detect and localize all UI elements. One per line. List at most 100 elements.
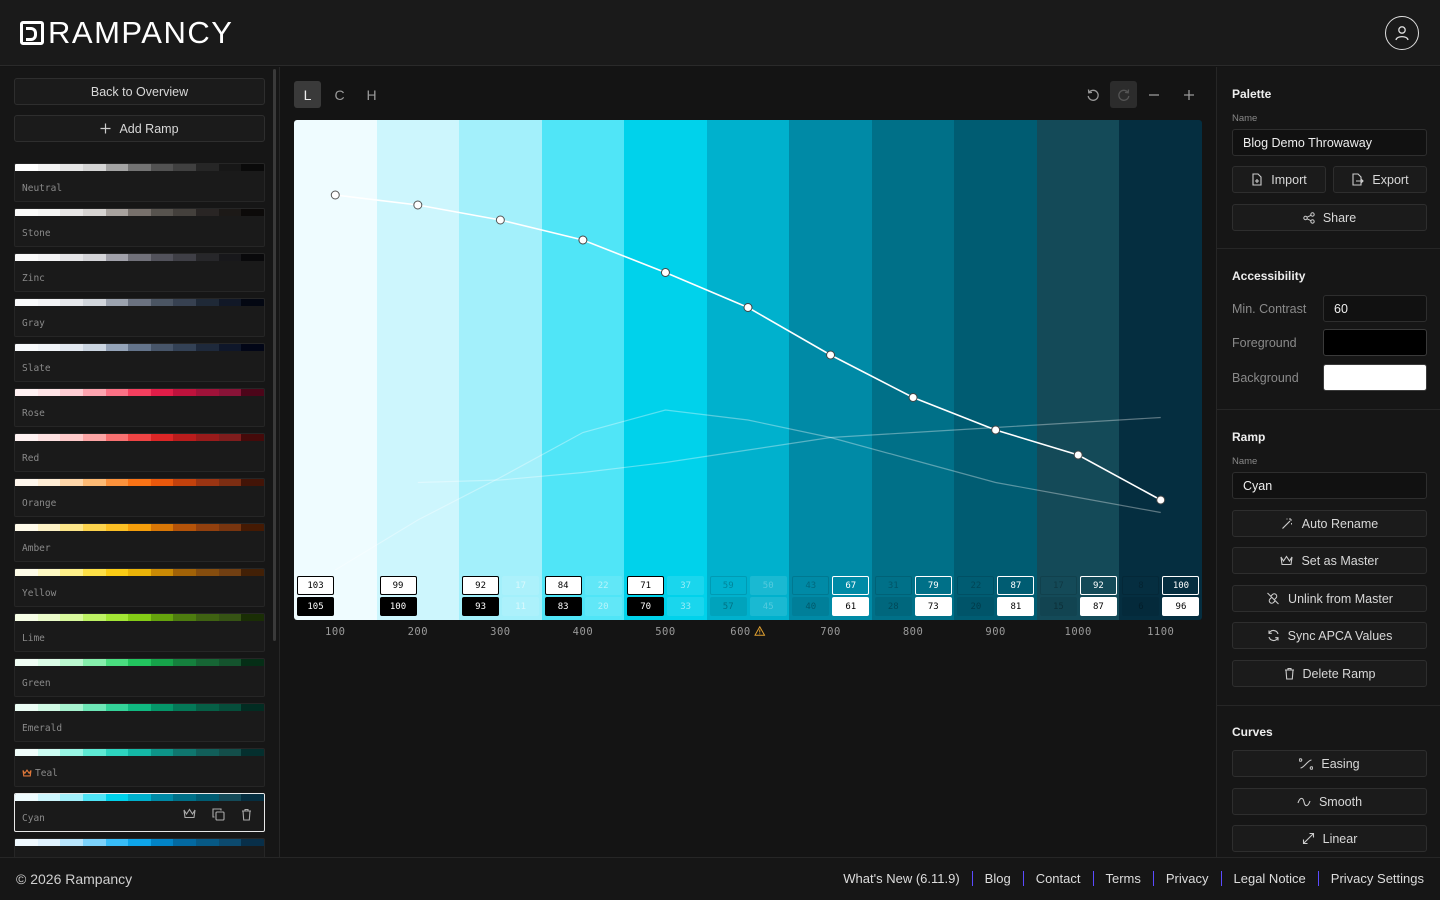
ramp-swatch: [128, 794, 151, 801]
ramp-name: Green: [22, 678, 51, 689]
ramp-swatch: [15, 164, 38, 171]
ramp-item-lime[interactable]: Lime: [14, 613, 265, 652]
share-icon: [1303, 211, 1315, 224]
ramp-item-slate[interactable]: Slate: [14, 343, 265, 382]
linear-button[interactable]: Linear: [1232, 825, 1427, 852]
ramp-item-zinc[interactable]: Zinc: [14, 253, 265, 292]
ramp-name: Slate: [22, 363, 51, 374]
ramp-swatch: [218, 794, 242, 801]
ramp-item-orange[interactable]: Orange: [14, 478, 265, 517]
contrast-badge: 20: [584, 597, 622, 616]
ramp-swatch: [128, 524, 151, 531]
warning-icon[interactable]: [751, 626, 766, 638]
sidebar-scrollbar[interactable]: [273, 69, 276, 641]
footer-link[interactable]: Legal Notice: [1234, 871, 1306, 886]
minus-icon: [1148, 93, 1159, 96]
ramp-swatch: [128, 434, 151, 441]
smooth-button[interactable]: Smooth: [1232, 788, 1427, 815]
master-crown-icon: [22, 768, 35, 779]
ramp-item-gray[interactable]: Gray: [14, 298, 265, 337]
set-master-crown-icon[interactable]: [183, 808, 196, 821]
divider: [1217, 705, 1440, 706]
import-button[interactable]: Import: [1232, 166, 1326, 193]
footer-link[interactable]: Privacy: [1166, 871, 1209, 886]
contrast-badge: 33: [667, 597, 705, 616]
ramp-swatch: [60, 614, 83, 621]
palette-name-input[interactable]: Blog Demo Throwaway: [1232, 129, 1427, 156]
ramp-swatch: [173, 614, 197, 621]
remove-step-button[interactable]: [1140, 81, 1167, 108]
user-avatar-button[interactable]: [1385, 16, 1419, 50]
min-contrast-input[interactable]: 60: [1323, 295, 1427, 322]
ramp-swatch: [37, 614, 61, 621]
ramp-name-text: Red: [22, 453, 40, 464]
mode-chroma-button[interactable]: C: [326, 81, 353, 108]
add-ramp-button[interactable]: Add Ramp: [14, 115, 265, 142]
share-button[interactable]: Share: [1232, 204, 1427, 231]
footer-link[interactable]: Contact: [1036, 871, 1081, 886]
ramp-swatch: [105, 524, 129, 531]
easing-button[interactable]: Easing: [1232, 750, 1427, 777]
footer-link[interactable]: Privacy Settings: [1331, 871, 1424, 886]
unlink-from-master-button[interactable]: Unlink from Master: [1232, 585, 1427, 612]
logo[interactable]: RAMPANCY: [20, 15, 233, 50]
add-step-button[interactable]: [1175, 81, 1202, 108]
contrast-badge: 92: [462, 576, 500, 595]
ramp-swatch: [60, 659, 83, 666]
mode-lightness-button[interactable]: L: [294, 81, 321, 108]
ramp-item-emerald[interactable]: Emerald: [14, 703, 265, 742]
ramp-name: Teal: [22, 768, 58, 779]
ramp-swatch: [173, 254, 197, 261]
ramp-swatch: [15, 479, 38, 486]
ramp-item-yellow[interactable]: Yellow: [14, 568, 265, 607]
ramp-item-stone[interactable]: Stone: [14, 208, 265, 247]
lightness-chart[interactable]: 103 99 92 17 84 22 71 37 59 50 43 67 31 79 22 87 17 92 8 10…: [294, 120, 1202, 620]
footer-link[interactable]: What's New (6.11.9): [843, 871, 959, 886]
ramp-swatch: [218, 569, 242, 576]
ramp-item-neutral[interactable]: Neutral: [14, 163, 265, 202]
undo-button[interactable]: [1079, 81, 1106, 108]
sync-apca-values-button[interactable]: Sync APCA Values: [1232, 622, 1427, 649]
footer-separator: [971, 871, 973, 886]
step-label-text: 600: [730, 626, 751, 638]
curve-point-400: [578, 235, 588, 245]
ramp-swatch: [241, 164, 264, 171]
footer-link[interactable]: Terms: [1106, 871, 1141, 886]
ramp-item-cyan[interactable]: Cyan: [14, 793, 265, 832]
ramp-swatch: [218, 749, 242, 756]
min-contrast-label: Min. Contrast: [1232, 302, 1307, 316]
redo-button[interactable]: [1110, 81, 1137, 108]
linear-label: Linear: [1322, 831, 1358, 846]
back-to-overview-button[interactable]: Back to Overview: [14, 78, 265, 105]
ramp-swatch: [105, 794, 129, 801]
ramp-swatch: [82, 839, 106, 846]
foreground-color-swatch[interactable]: [1323, 329, 1427, 356]
step-label-text: 500: [655, 626, 676, 638]
ramp-swatch: [196, 434, 219, 441]
set-as-master-button[interactable]: Set as Master: [1232, 547, 1427, 574]
contrast-badge: 22: [584, 576, 622, 595]
ramp-swatch: [37, 389, 61, 396]
ramp-item-amber[interactable]: Amber: [14, 523, 265, 562]
footer-link[interactable]: Blog: [985, 871, 1011, 886]
crown-icon: [1280, 555, 1293, 566]
export-button[interactable]: Export: [1333, 166, 1427, 193]
delete-ramp-button[interactable]: Delete Ramp: [1232, 660, 1427, 687]
step-label-text: 800: [902, 626, 924, 638]
ramp-list: Neutral Stone Zinc Gray Slate Rose Red Orange Am…: [14, 163, 265, 857]
step-label-400: 400: [573, 626, 593, 638]
palette-name-label: Name: [1232, 113, 1258, 124]
ramp-item-red[interactable]: Red: [14, 433, 265, 472]
contrast-badge: 71: [627, 576, 665, 595]
ramp-item-rose[interactable]: Rose: [14, 388, 265, 427]
mode-hue-button[interactable]: H: [358, 81, 385, 108]
delete-icon[interactable]: [241, 808, 252, 821]
duplicate-icon[interactable]: [212, 808, 225, 821]
ramp-item-green[interactable]: Green: [14, 658, 265, 697]
auto-rename-button[interactable]: Auto Rename: [1232, 510, 1427, 537]
ramp-swatch: [37, 344, 61, 351]
background-color-swatch[interactable]: [1323, 364, 1427, 391]
ramp-item-teal[interactable]: Teal: [14, 748, 265, 787]
ramp-item-sky[interactable]: Sky: [14, 838, 265, 857]
ramp-name-input[interactable]: Cyan: [1232, 472, 1427, 499]
